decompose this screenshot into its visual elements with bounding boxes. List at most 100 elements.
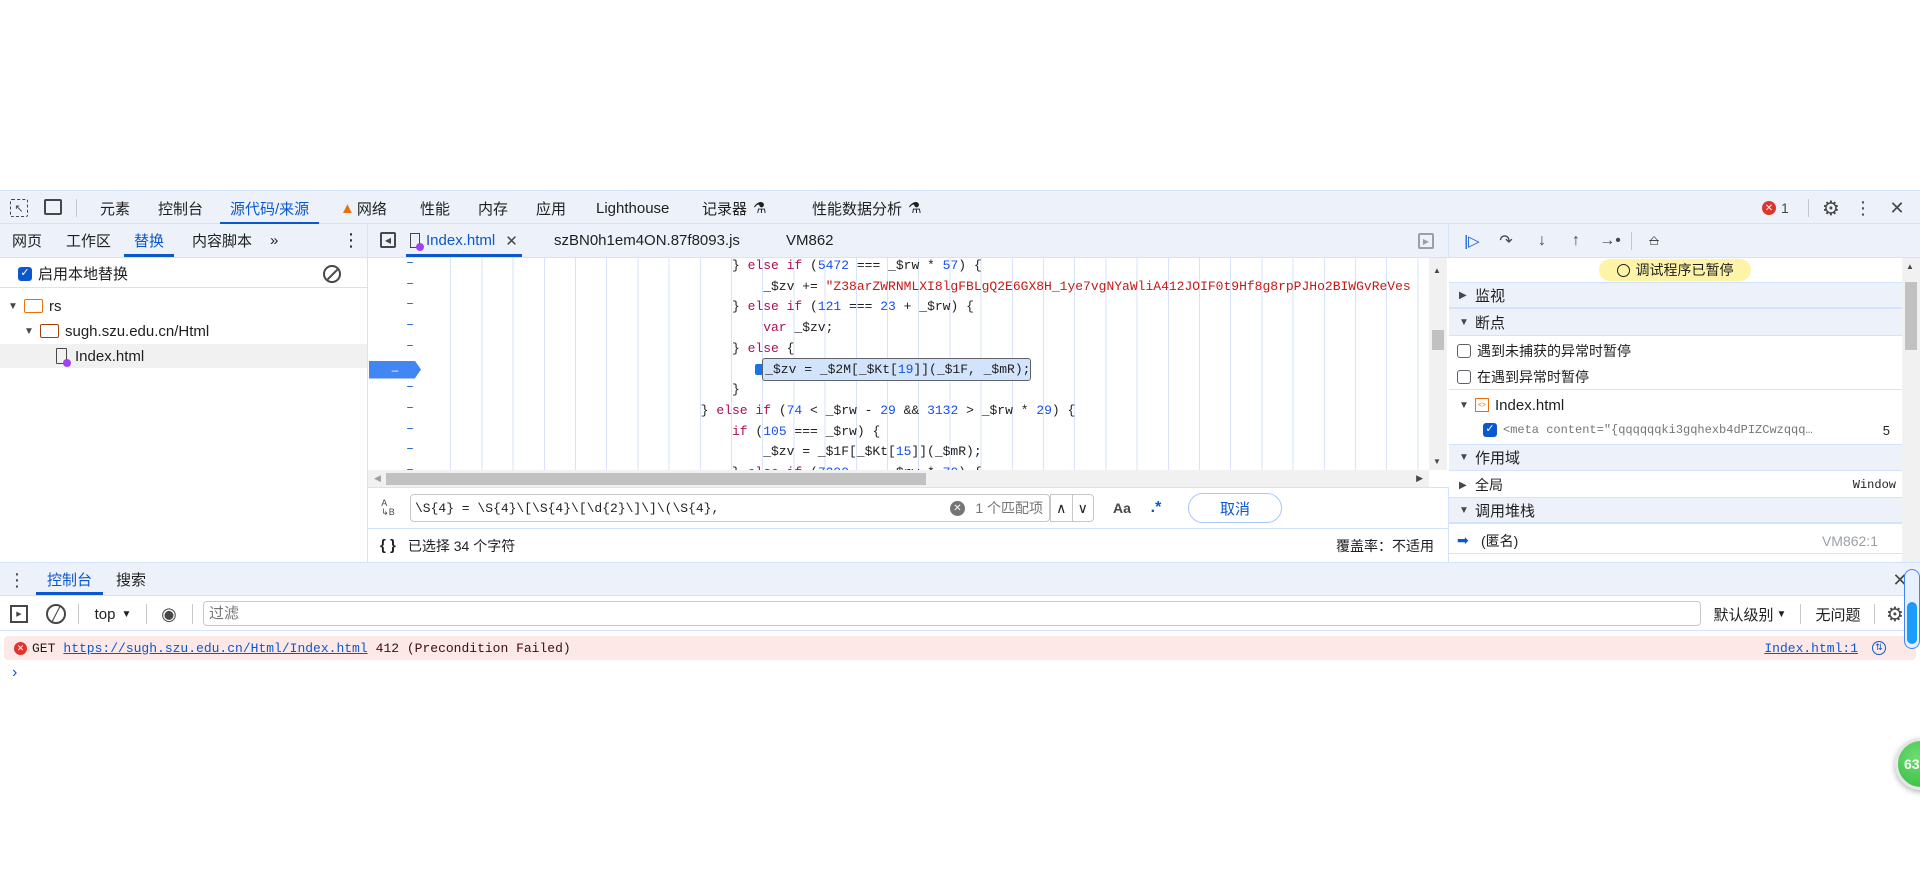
code-line[interactable]: _$zv = _$1F[_$Kt[15]](_$mR); — [763, 441, 981, 462]
replace-toggle-icon[interactable]: A ↳B — [378, 498, 398, 518]
step-out-icon[interactable]: ↑ — [1565, 230, 1587, 252]
error-source-link[interactable]: Index.html:1 — [1764, 641, 1858, 656]
tab-8[interactable]: 记录器 ⚗ — [702, 191, 766, 225]
clear-console-icon[interactable]: ╱ — [46, 604, 66, 624]
network-request-icon[interactable]: ⇅ — [1872, 641, 1886, 655]
cancel-search-button[interactable]: 取消 — [1188, 493, 1282, 523]
scrollbar-thumb[interactable] — [1905, 282, 1917, 350]
match-case-button[interactable]: Aa — [1110, 496, 1134, 520]
line-number[interactable]: – — [404, 258, 416, 270]
code-line[interactable]: } else if (74 < _$rw - 29 && 3132 > _$rw… — [701, 400, 1076, 421]
device-toggle-icon[interactable] — [44, 199, 62, 215]
breakpoints-section[interactable]: ▼ 断点 — [1449, 308, 1902, 336]
step-icon[interactable]: →• — [1597, 230, 1623, 252]
error-url-link[interactable]: https://sugh.szu.edu.cn/Html/Index.html — [63, 641, 367, 656]
current-code-line[interactable]: _$zv = _$2M[_$Kt[19]](_$1F, _$mR); — [762, 357, 1032, 381]
clear-search-icon[interactable]: ✕ — [950, 500, 965, 516]
scope-section[interactable]: ▼ 作用域 — [1449, 444, 1902, 471]
tab-0[interactable]: 元素 — [100, 191, 130, 225]
tab-9[interactable]: 性能数据分析 ⚗ — [812, 191, 921, 225]
tab-js-file[interactable]: szBN0h1em4ON.87f8093.js — [554, 224, 740, 257]
deactivate-breakpoints-icon[interactable]: ⌂ — [1643, 230, 1665, 252]
clear-overrides-icon[interactable] — [323, 264, 341, 283]
close-devtools-icon[interactable]: ✕ — [1886, 197, 1908, 219]
horizontal-scrollbar[interactable]: ◀ ▶ — [368, 470, 1429, 487]
breakpoint-checkbox[interactable]: ✓ — [1483, 423, 1497, 437]
tab-4[interactable]: 性能 — [420, 191, 450, 225]
floating-score-badge[interactable]: 63 — [1895, 738, 1920, 790]
console-sidebar-icon[interactable]: ▶ — [10, 605, 28, 623]
code-line[interactable]: } else { — [732, 338, 794, 359]
more-options-icon[interactable]: ⋮ — [1854, 197, 1872, 219]
code-line[interactable]: var _$zv; — [763, 317, 833, 338]
line-number[interactable]: – — [404, 338, 416, 353]
execution-line-marker[interactable]: – — [369, 360, 421, 379]
debugger-scrollbar[interactable]: ▲ — [1902, 258, 1920, 562]
pause-uncaught-option[interactable]: 遇到未捕获的异常时暂停 — [1449, 340, 1902, 362]
tree-item-domain-folder[interactable]: ▼ sugh.szu.edu.cn/Html — [0, 319, 367, 343]
line-number[interactable]: – — [404, 462, 416, 470]
line-number[interactable]: – — [404, 296, 416, 311]
previous-match-button[interactable]: ∧ — [1051, 495, 1073, 521]
console-filter-input[interactable] — [203, 601, 1701, 626]
navigator-tab[interactable]: 替换 — [124, 224, 175, 257]
enable-overrides-checkbox[interactable]: ✓ — [18, 266, 32, 281]
live-expression-eye-icon[interactable]: ◉ — [158, 604, 180, 624]
tab-vm862[interactable]: VM862 — [786, 224, 834, 257]
tab-7[interactable]: Lighthouse — [596, 191, 669, 225]
more-tabs-chevron-icon[interactable]: » — [270, 224, 278, 257]
code-line[interactable]: if (105 === _$rw) { — [732, 421, 880, 442]
line-number[interactable]: – — [404, 379, 416, 394]
step-into-icon[interactable]: ↓ — [1531, 230, 1553, 252]
navigator-tab[interactable]: 内容脚本 — [192, 224, 252, 257]
line-number[interactable]: – — [404, 441, 416, 456]
vertical-scrollbar[interactable]: ▲ ▼ — [1429, 258, 1447, 470]
pause-caught-option[interactable]: 在遇到异常时暂停 — [1449, 364, 1902, 390]
tab-index-html[interactable]: Index.html ✕ — [406, 224, 522, 257]
floating-slider-widget[interactable] — [1904, 569, 1920, 649]
code-line[interactable]: } else if (121 === 23 + _$rw) { — [732, 296, 974, 317]
step-over-icon[interactable]: ↷ — [1495, 230, 1517, 252]
inspect-element-icon[interactable]: ↖ — [10, 199, 28, 217]
line-number[interactable]: – — [404, 400, 416, 415]
line-number[interactable]: – — [404, 421, 416, 436]
tab-2[interactable]: 源代码/来源 — [220, 191, 320, 225]
issues-button[interactable]: 无问题 — [1810, 602, 1866, 626]
code-line[interactable]: } else if (5472 === _$rw * 57) { — [732, 258, 982, 276]
tab-3[interactable]: ▲ 网络 — [340, 191, 387, 225]
resume-icon[interactable]: |▷ — [1461, 230, 1483, 252]
close-tab-icon[interactable]: ✕ — [505, 232, 518, 250]
log-level-select[interactable]: 默认级别 ▼ — [1712, 602, 1788, 626]
breakpoint-file[interactable]: ▼ <> Index.html — [1449, 394, 1902, 416]
drawer-menu-icon[interactable]: ⋮ — [8, 569, 26, 591]
regex-button[interactable]: .* — [1144, 496, 1168, 520]
tab-1[interactable]: 控制台 — [158, 191, 203, 225]
breakpoint-item[interactable]: ✓ <meta content="{qqqqqqki3gqhexb4dPIZCwz… — [1449, 419, 1902, 441]
console-settings-gear-icon[interactable]: ⚙ — [1884, 602, 1906, 626]
pretty-print-icon[interactable]: { } — [380, 537, 396, 554]
toggle-navigator-icon[interactable]: ◀ — [380, 232, 396, 248]
enable-local-overrides[interactable]: ✓ 启用本地替换 — [0, 260, 367, 288]
tab-5[interactable]: 内存 — [478, 191, 508, 225]
navigator-tab[interactable]: 网页 — [12, 224, 42, 257]
tree-item-rs[interactable]: ▼ rs — [0, 294, 367, 318]
navigator-menu-icon[interactable]: ⋮ — [342, 224, 360, 257]
code-line[interactable]: _$zv += "Z38arZWRNMLXI8lgFBLgQ2E6GX8H_1y… — [763, 276, 1411, 297]
search-input[interactable]: \S{4} = \S{4}\[\S{4}\[\d{2}\]\]\(\S{4}, … — [410, 494, 1050, 522]
inline-breakpoint-icon[interactable] — [755, 363, 764, 375]
pause-caught-checkbox[interactable] — [1457, 369, 1471, 384]
callstack-frame[interactable]: ➡ (匿名) VM862:1 — [1449, 528, 1902, 554]
scrollbar-thumb[interactable] — [386, 473, 926, 485]
drawer-tab-search[interactable]: 搜索 — [116, 563, 146, 595]
context-select[interactable]: top ▼ — [88, 602, 138, 626]
tab-6[interactable]: 应用 — [536, 191, 566, 225]
drawer-tab-console[interactable]: 控制台 — [36, 563, 104, 595]
code-line[interactable]: } else if (7290 === _$rw * 70) { — [732, 462, 982, 470]
pause-uncaught-checkbox[interactable] — [1457, 344, 1471, 358]
scrollbar-thumb[interactable] — [1432, 330, 1444, 350]
line-number[interactable]: – — [404, 276, 416, 291]
watch-section[interactable]: ▶ 监视 — [1449, 282, 1902, 308]
callstack-section[interactable]: ▼ 调用堆栈 — [1449, 497, 1902, 524]
navigator-tab[interactable]: 工作区 — [66, 224, 111, 257]
error-count-badge[interactable]: ✕ 1 — [1762, 199, 1802, 217]
